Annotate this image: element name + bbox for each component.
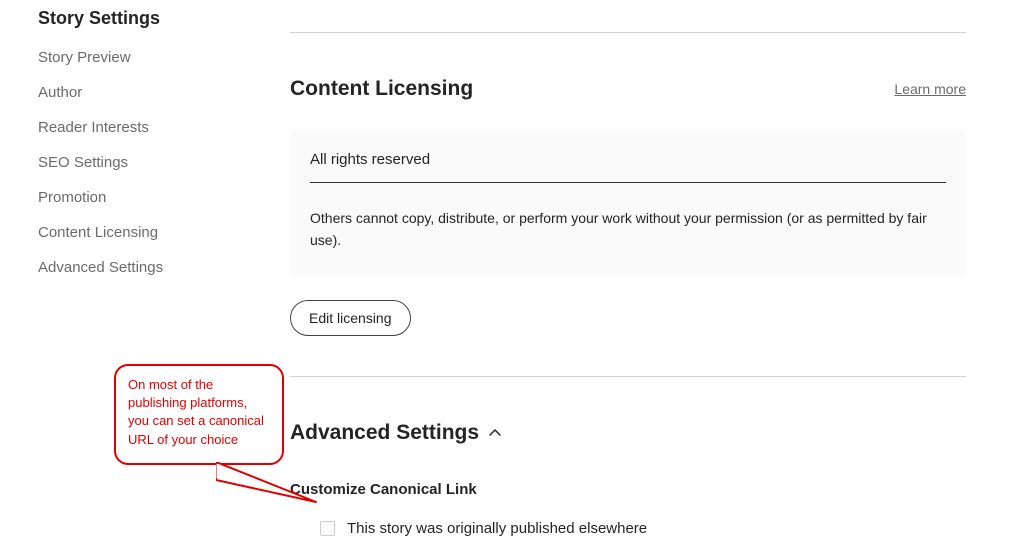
license-description: Others cannot copy, distribute, or perfo… (310, 207, 946, 252)
sidebar-item-content-licensing[interactable]: Content Licensing (38, 224, 290, 241)
sidebar-item-seo-settings[interactable]: SEO Settings (38, 154, 290, 171)
advanced-settings-header[interactable]: Advanced Settings (290, 421, 966, 445)
annotation-callout: On most of the publishing platforms, you… (114, 364, 284, 499)
main-content: Content Licensing Learn more All rights … (290, 8, 1024, 537)
content-licensing-title: Content Licensing (290, 77, 473, 101)
sidebar-item-reader-interests[interactable]: Reader Interests (38, 119, 290, 136)
canonical-checkbox-row: This story was originally published else… (290, 520, 966, 537)
content-licensing-header: Content Licensing Learn more (290, 77, 966, 101)
advanced-settings-title: Advanced Settings (290, 421, 479, 445)
license-name: All rights reserved (310, 151, 946, 183)
sidebar-item-promotion[interactable]: Promotion (38, 189, 290, 206)
divider (290, 32, 966, 33)
annotation-box: On most of the publishing platforms, you… (114, 364, 284, 465)
canonical-checkbox[interactable] (320, 521, 335, 536)
divider (290, 376, 966, 377)
annotation-arrow-icon (216, 462, 336, 512)
sidebar-item-story-preview[interactable]: Story Preview (38, 49, 290, 66)
license-box: All rights reserved Others cannot copy, … (290, 129, 966, 276)
canonical-checkbox-label: This story was originally published else… (347, 520, 647, 537)
chevron-up-icon (487, 425, 503, 441)
sidebar-item-advanced-settings[interactable]: Advanced Settings (38, 259, 290, 276)
edit-licensing-button[interactable]: Edit licensing (290, 300, 411, 336)
sidebar-title: Story Settings (38, 8, 290, 29)
customize-canonical-link-title: Customize Canonical Link (290, 481, 966, 498)
annotation-text: On most of the publishing platforms, you… (128, 376, 270, 449)
sidebar-item-author[interactable]: Author (38, 84, 290, 101)
learn-more-link[interactable]: Learn more (894, 81, 966, 97)
